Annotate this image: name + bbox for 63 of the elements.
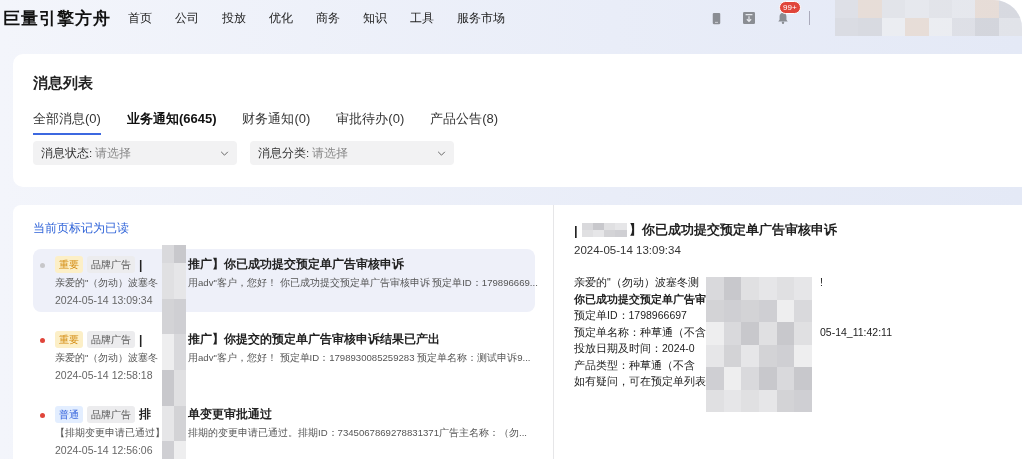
page-title: 消息列表 [33,73,94,92]
category-tag: 品牌广告 [87,406,135,423]
message-item[interactable]: 普通 品牌广告 排 单变更审批通过 【排期变更申请已通过】 排期的变更申请已通过。排期ID：7345067869278831371广告主名称：（勿... 2024-05-14 12:56:06 [33,399,535,459]
bell-icon[interactable] [777,12,789,24]
priority-tag: 重要 [55,331,83,348]
chevron-down-icon [220,150,229,156]
detail-title: | [574,222,578,238]
detail-text: 亲爱的"（勿动）波塞冬测 [574,275,700,290]
nav-link[interactable]: 工具 [410,9,434,27]
message-title: 推广】你已成功提交预定单广告审核申诉 [188,256,405,273]
message-time: 2024-05-14 12:58:18 [55,369,154,381]
tab[interactable]: 产品公告(8) [430,110,499,135]
nav-link[interactable]: 投放 [222,9,246,27]
tab[interactable]: 审批待办(0) [336,110,405,135]
detail-text: 如有疑问，可在预定单列表 [574,374,704,389]
nav-link[interactable]: 公司 [175,9,199,27]
category-tag: 品牌广告 [87,331,135,348]
message-title: | [139,257,143,272]
tab[interactable]: 业务通知(6645) [126,110,217,135]
select-field[interactable]: 请选择 [92,147,196,159]
detail-time: 2024-05-14 13:09:34 [574,244,682,256]
phone-icon[interactable] [712,11,721,25]
detail-text: 你已成功提交预定单广告审 [574,291,704,307]
detail-text: 05-14_11:42:11 [820,324,893,340]
message-title: 单变更审批通过 [188,406,273,423]
detail-text: 投放日期及时间：2024-0 [574,341,696,356]
nav-link[interactable]: 知识 [363,9,387,27]
priority-tag: 重要 [55,256,83,273]
priority-tag: 普通 [55,406,83,423]
filter-select[interactable]: 消息状态: 请选择 [33,141,237,165]
message-item[interactable]: 重要 品牌广告 | 推广】你已成功提交预定单广告审核申诉 亲爱的"（勿动）波塞冬 用adv"客户，您好！ 你已成功提交预定单广告审核申诉 预定单ID：179896669... 2024-05-14 13:09:34 [33,249,535,312]
notification-count: 99+ [779,1,801,14]
nav-link[interactable]: 服务市场 [457,9,505,27]
category-tag: 品牌广告 [87,256,135,273]
mark-read-link[interactable]: 当前页标记为已读 [33,221,553,236]
detail-text: 预定单ID：1798966697 [574,308,688,323]
message-preview: 用adv"客户，您好！ 预定单ID：1798930085259283 预定单名称：测试申诉9... [188,352,531,365]
nav-link[interactable]: 优化 [269,9,293,27]
nav-link[interactable]: 商务 [316,9,340,27]
redaction-mosaic [581,223,627,237]
tab[interactable]: 财务通知(0) [242,110,311,135]
message-preview: 亲爱的"（勿动）波塞冬 [55,277,159,290]
message-title: 排 [139,406,151,423]
detail-text: ! [820,275,824,290]
brand-logo[interactable]: 巨量引擎方舟 [3,6,115,30]
message-item[interactable]: 重要 品牌广告 | 推广】你提交的预定单广告审核申诉结果已产出 亲爱的"（勿动）波塞冬 用adv"客户，您好！ 预定单ID：1798930085259283 预定单名称：测试申诉9... 2024-05-14 12:58:18 [33,324,535,387]
select-field[interactable]: 请选择 [309,147,413,159]
message-time: 2024-05-14 13:09:34 [55,294,154,306]
message-preview: 亲爱的"（勿动）波塞冬 [55,352,159,365]
detail-text: 预定单名称：种草通（不含 [574,324,704,340]
message-title: 推广】你提交的预定单广告审核申诉结果已产出 [188,331,441,348]
tab[interactable]: 全部消息(0) [33,110,101,135]
detail-text: 产品类型：种草通（不含 [574,357,696,373]
download-icon[interactable] [743,12,755,24]
message-title: | [139,332,143,347]
filter-select[interactable]: 消息分类: 请选择 [250,141,454,165]
message-preview: 【排期变更申请已通过】 [55,427,159,440]
message-preview: 用adv"客户，您好！ 你已成功提交预定单广告审核申诉 预定单ID：179896669... [188,277,538,290]
nav-link[interactable]: 首页 [128,9,152,27]
detail-title: 】你已成功提交预定单广告审核申诉 [628,221,837,239]
message-preview: 排期的变更申请已通过。排期ID：7345067869278831371广告主名称：（勿... [188,427,527,440]
message-time: 2024-05-14 12:56:06 [55,444,154,456]
chevron-down-icon [437,150,446,156]
